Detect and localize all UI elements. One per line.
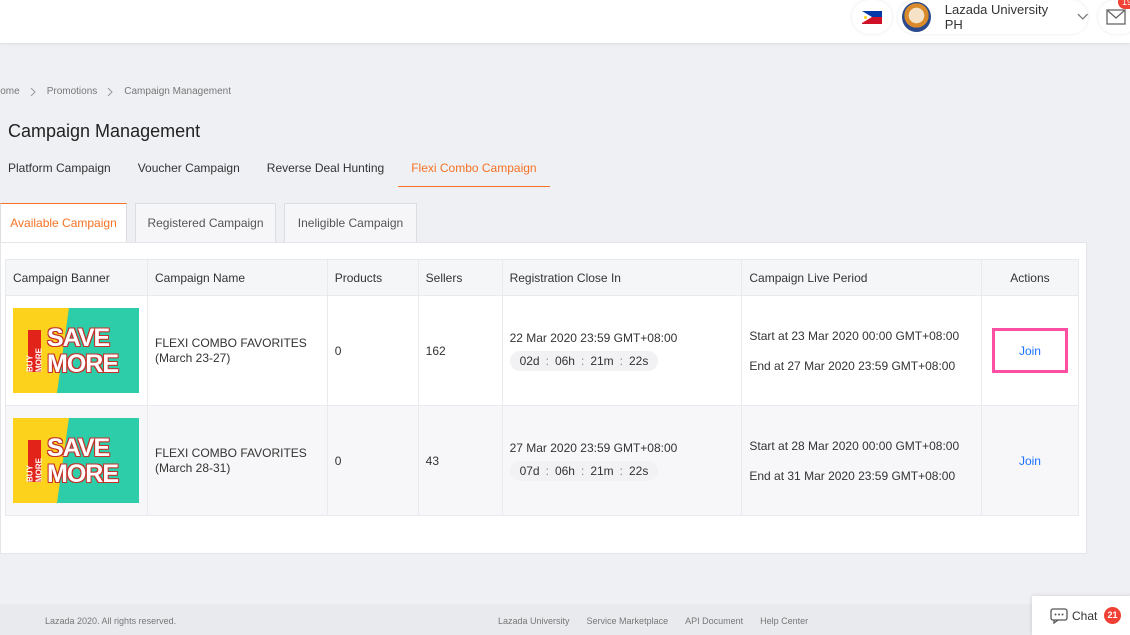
join-button[interactable]: Join <box>1019 344 1041 358</box>
column-header: Campaign Live Period <box>741 259 982 296</box>
live-end: End at 27 Mar 2020 23:59 GMT+08:00 <box>749 358 956 373</box>
chat-label: Chat <box>1072 608 1098 623</box>
sellers-count: 43 <box>417 405 503 516</box>
countdown-timer: 02d: 06h: 21m: 22s <box>509 350 659 371</box>
column-header: Actions <box>980 259 1080 296</box>
campaign-banner-image: BUY MORE SAVE MORE <box>13 418 139 503</box>
column-header: Registration Close In <box>501 259 743 296</box>
sellers-count: 162 <box>417 295 503 406</box>
tab-platform-campaign[interactable]: Platform Campaign <box>8 156 111 187</box>
footer-link-lazada-university[interactable]: Lazada University <box>498 616 570 626</box>
tab-flexi-combo-campaign[interactable]: Flexi Combo Campaign <box>398 156 550 187</box>
tab-reverse-deal-hunting[interactable]: Reverse Deal Hunting <box>267 156 384 187</box>
country-selector-button[interactable] <box>852 0 892 34</box>
footer: Lazada 2020. All rights reserved. Lazada… <box>0 604 1130 635</box>
footer-link-service-marketplace[interactable]: Service Marketplace <box>587 616 669 626</box>
column-header: Campaign Banner <box>5 259 148 296</box>
table-row: BUY MORE SAVE MORE FLEXI COMBO FAVORITES… <box>5 405 1080 516</box>
countdown-timer: 07d: 06h: 21m: 22s <box>509 460 659 481</box>
table-header-row: Campaign Banner Campaign Name Products S… <box>5 259 1080 296</box>
campaign-type-tabs: Platform Campaign Voucher Campaign Rever… <box>8 156 577 187</box>
products-count: 0 <box>326 295 419 406</box>
campaign-dates: (March 23-27) <box>154 350 231 365</box>
table-row: BUY MORE SAVE MORE FLEXI COMBO FAVORITES… <box>5 295 1080 406</box>
live-start: Start at 23 Mar 2020 00:00 GMT+08:00 <box>749 328 960 343</box>
column-header: Products <box>326 259 419 296</box>
campaign-name: FLEXI COMBO FAVORITES <box>154 335 307 350</box>
breadcrumb-home[interactable]: Home <box>0 86 20 97</box>
chat-unread-badge: 21 <box>1104 607 1121 624</box>
breadcrumb: Home Promotions Campaign Management <box>0 86 231 97</box>
join-highlight-box: Join <box>991 328 1068 373</box>
column-header: Campaign Name <box>146 259 328 296</box>
campaign-panel: Campaign Banner Campaign Name Products S… <box>0 242 1087 554</box>
chevron-down-icon <box>1077 13 1088 20</box>
live-start: Start at 28 Mar 2020 00:00 GMT+08:00 <box>749 438 960 453</box>
tab-registered-campaign[interactable]: Registered Campaign <box>135 203 276 243</box>
account-menu-button[interactable]: Lazada University PH <box>898 0 1088 34</box>
chat-icon <box>1050 607 1068 624</box>
chevron-right-icon <box>107 87 113 96</box>
tab-available-campaign[interactable]: Available Campaign <box>0 203 127 243</box>
live-end: End at 31 Mar 2020 23:59 GMT+08:00 <box>749 468 956 483</box>
campaign-table: Campaign Banner Campaign Name Products S… <box>5 259 1080 516</box>
breadcrumb-campaign-management: Campaign Management <box>124 86 231 97</box>
messages-button[interactable]: 19 <box>1098 0 1130 34</box>
footer-links: Lazada University Service Marketplace AP… <box>498 616 825 626</box>
footer-link-api-document[interactable]: API Document <box>685 616 743 626</box>
registration-close-date: 27 Mar 2020 23:59 GMT+08:00 <box>509 440 678 455</box>
copyright: Lazada 2020. All rights reserved. <box>45 616 177 626</box>
top-bar: Lazada University PH 19 <box>0 0 1130 43</box>
registration-close-date: 22 Mar 2020 23:59 GMT+08:00 <box>509 330 678 345</box>
philippines-flag-icon <box>862 10 882 24</box>
campaign-dates: (March 28-31) <box>154 460 231 475</box>
breadcrumb-promotions[interactable]: Promotions <box>47 86 98 97</box>
avatar <box>902 2 931 32</box>
tab-ineligible-campaign[interactable]: Ineligible Campaign <box>284 203 417 243</box>
column-header: Sellers <box>417 259 503 296</box>
products-count: 0 <box>326 405 419 516</box>
chevron-right-icon <box>30 87 36 96</box>
page-title: Campaign Management <box>8 121 201 141</box>
campaign-name: FLEXI COMBO FAVORITES <box>154 445 307 460</box>
mail-icon <box>1106 9 1126 25</box>
tab-voucher-campaign[interactable]: Voucher Campaign <box>138 156 240 187</box>
mail-count-badge: 19 <box>1118 0 1130 9</box>
account-name: Lazada University PH <box>944 2 1049 32</box>
chat-button[interactable]: Chat 21 <box>1032 596 1130 635</box>
join-button[interactable]: Join <box>1019 454 1041 468</box>
campaign-banner-image: BUY MORE SAVE MORE <box>13 308 139 393</box>
footer-link-help-center[interactable]: Help Center <box>760 616 808 626</box>
